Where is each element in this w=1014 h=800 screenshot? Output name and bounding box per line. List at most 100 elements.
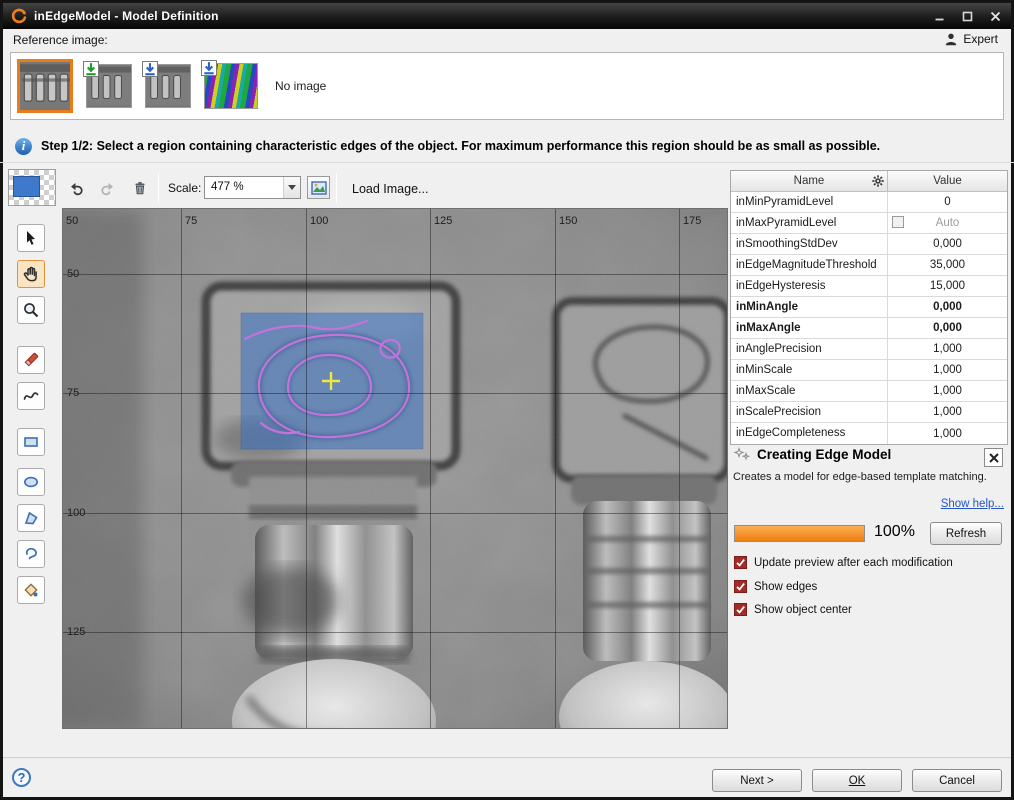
grid-line <box>63 393 727 394</box>
thumbnail-import[interactable] <box>145 64 191 108</box>
parameter-grid: Name Value inMinPyramidLevel <box>730 170 1008 445</box>
zoom-tool-button[interactable] <box>17 296 45 324</box>
image-canvas[interactable]: 50 75 100 125 150 175 50 75 100 125 <box>62 208 728 729</box>
parameter-row[interactable]: inMaxScale 1,000 <box>731 381 1007 402</box>
parameter-value[interactable]: Auto <box>888 213 1007 233</box>
auto-checkbox[interactable] <box>892 216 904 228</box>
grid-line <box>306 209 307 728</box>
parameter-value[interactable]: 0,000 <box>888 297 1007 317</box>
parameter-value[interactable]: 1,000 <box>888 339 1007 359</box>
expert-toggle[interactable]: Expert <box>944 32 998 46</box>
parameter-value[interactable]: 1,000 <box>888 381 1007 401</box>
scale-value: 477 % <box>205 177 283 198</box>
parameter-row[interactable]: inAnglePrecision 1,000 <box>731 339 1007 360</box>
x-tick: 75 <box>185 215 197 227</box>
close-button[interactable] <box>987 9 1003 23</box>
x-tick: 125 <box>434 215 452 227</box>
grid-line <box>181 209 182 728</box>
combo-dropdown-arrow[interactable] <box>283 177 300 198</box>
redo-button[interactable] <box>94 174 122 202</box>
cursor-tool-button[interactable] <box>17 224 45 252</box>
reference-image-list: No image <box>10 52 1004 120</box>
cancel-button[interactable]: Cancel <box>912 769 1002 792</box>
parameter-value[interactable]: 1,000 <box>888 360 1007 380</box>
fit-image-button[interactable] <box>307 176 330 199</box>
undo-button[interactable] <box>62 174 90 202</box>
help-icon[interactable]: ? <box>12 768 31 787</box>
checkbox-checked[interactable] <box>734 580 747 593</box>
option-update-preview[interactable]: Update preview after each modification <box>734 556 953 569</box>
parameter-value[interactable]: 0,000 <box>888 234 1007 254</box>
parameter-value[interactable]: 1,000 <box>888 402 1007 422</box>
magnifier-icon <box>22 301 40 319</box>
delete-region-button[interactable] <box>126 174 154 202</box>
next-button[interactable]: Next > <box>712 769 802 792</box>
panel-close-button[interactable] <box>984 448 1003 467</box>
pan-tool-button[interactable] <box>17 260 45 288</box>
erase-tool-button[interactable] <box>17 346 45 374</box>
panel-header: Creating Edge Model <box>733 447 891 462</box>
rectangle-region-tool-button[interactable] <box>17 428 45 456</box>
polygon-region-tool-button[interactable] <box>17 504 45 532</box>
minimize-icon <box>934 11 945 22</box>
parameter-row[interactable]: inSmoothingStdDev 0,000 <box>731 234 1007 255</box>
title-bar[interactable]: inEdgeModel - Model Definition <box>3 3 1011 29</box>
parameter-row[interactable]: inMinPyramidLevel 0 <box>731 192 1007 213</box>
load-image-button[interactable]: Load Image... <box>346 181 434 197</box>
y-tick: 125 <box>67 626 85 638</box>
thumbnail-reference-selected[interactable] <box>17 59 73 113</box>
minimize-button[interactable] <box>931 9 947 23</box>
parameter-value[interactable]: 15,000 <box>888 276 1007 296</box>
option-show-edges[interactable]: Show edges <box>734 580 817 593</box>
parameter-value[interactable]: 0 <box>888 192 1007 212</box>
scale-combobox[interactable]: 477 % <box>204 176 301 199</box>
parameter-row[interactable]: inEdgeCompleteness 1,000 <box>731 423 1007 444</box>
parameter-value[interactable]: 35,000 <box>888 255 1007 275</box>
rectangle-icon <box>22 433 40 451</box>
ellipse-icon <box>22 473 40 491</box>
parameter-row[interactable]: inScalePrecision 1,000 <box>731 402 1007 423</box>
current-primitive-button[interactable] <box>8 169 56 206</box>
show-help-link[interactable]: Show help... <box>941 498 1004 510</box>
refresh-button[interactable]: Refresh <box>930 522 1002 545</box>
grid-line <box>679 209 680 728</box>
thumbnail-preview-colored[interactable] <box>204 63 258 109</box>
step-instruction-bar: i Step 1/2: Select a region containing c… <box>0 130 1014 163</box>
y-tick: 100 <box>67 507 85 519</box>
thumbnail-load-image[interactable] <box>86 64 132 108</box>
progress-fill <box>735 526 864 541</box>
parameter-row[interactable]: inMinScale 1,000 <box>731 360 1007 381</box>
redo-icon <box>100 179 116 197</box>
gear-icon[interactable] <box>871 174 885 195</box>
x-tick: 175 <box>683 215 701 227</box>
ellipse-region-tool-button[interactable] <box>17 468 45 496</box>
parameter-value[interactable]: 1,000 <box>888 423 1007 444</box>
option-show-object-center[interactable]: Show object center <box>734 603 852 616</box>
checkbox-checked[interactable] <box>734 603 747 616</box>
parameter-row[interactable]: inMaxPyramidLevel Auto <box>731 213 1007 234</box>
maximize-button[interactable] <box>959 9 975 23</box>
no-image-label: No image <box>275 79 326 93</box>
window-title: inEdgeModel - Model Definition <box>34 9 219 23</box>
x-tick: 50 <box>66 215 78 227</box>
cursor-icon <box>22 229 40 247</box>
x-tick: 100 <box>310 215 328 227</box>
trash-icon <box>132 179 148 197</box>
parameter-row[interactable]: inMaxAngle 0,000 <box>731 318 1007 339</box>
parameter-row[interactable]: inEdgeMagnitudeThreshold 35,000 <box>731 255 1007 276</box>
parameter-row[interactable]: inEdgeHysteresis 15,000 <box>731 276 1007 297</box>
freeform-region-tool-button[interactable] <box>17 540 45 568</box>
fit-image-icon <box>311 181 327 195</box>
x-tick: 150 <box>559 215 577 227</box>
grid-line <box>63 632 727 633</box>
app-icon <box>11 8 27 24</box>
hand-icon <box>22 265 40 283</box>
ok-button[interactable]: OK <box>812 769 902 792</box>
parameter-value[interactable]: 0,000 <box>888 318 1007 338</box>
curve-icon <box>22 387 40 405</box>
checkbox-checked[interactable] <box>734 556 747 569</box>
freehand-line-tool-button[interactable] <box>17 382 45 410</box>
toolbar-separator <box>336 173 337 203</box>
fill-region-tool-button[interactable] <box>17 576 45 604</box>
parameter-row[interactable]: inMinAngle 0,000 <box>731 297 1007 318</box>
